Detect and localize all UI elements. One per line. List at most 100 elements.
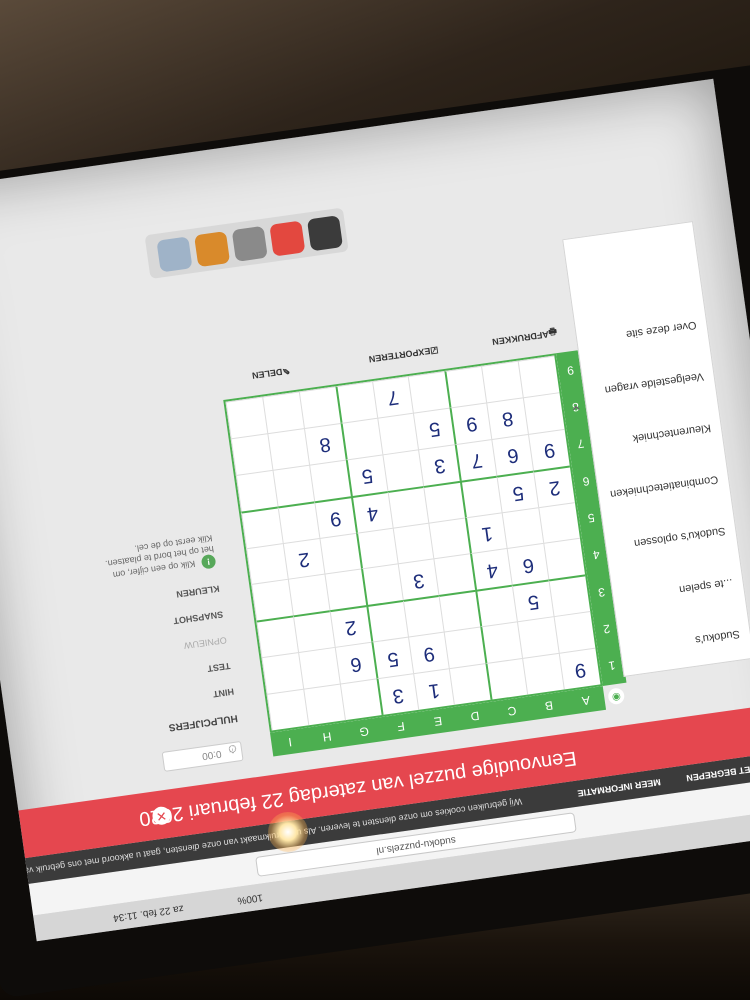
sudoku-cell[interactable] (298, 386, 341, 429)
app-icon[interactable] (156, 236, 193, 273)
sudoku-cell[interactable]: 6 (491, 433, 534, 476)
sudoku-cell[interactable] (225, 396, 268, 439)
sudoku-cell[interactable] (460, 475, 502, 518)
sudoku-cell[interactable] (392, 522, 434, 564)
app-icon[interactable] (306, 215, 344, 252)
sudoku-cell[interactable] (308, 459, 351, 502)
sudoku-cell[interactable]: 5 (496, 470, 539, 512)
restart-button[interactable]: OPNIEUW (87, 635, 227, 664)
sudoku-cell[interactable] (277, 501, 320, 543)
sudoku-cell[interactable]: 5 (512, 579, 554, 622)
sudoku-cell[interactable] (553, 611, 596, 653)
sudoku-cell[interactable]: 3 (376, 673, 418, 716)
sudoku-cell[interactable] (538, 501, 580, 544)
sudoku-cell[interactable]: 5 (345, 454, 388, 496)
sudoku-cell[interactable] (543, 538, 586, 580)
sudoku-cell[interactable]: 3 (397, 558, 439, 601)
sudoku-cell[interactable] (444, 626, 486, 669)
sudoku-cell[interactable]: 7 (454, 438, 497, 481)
sudoku-cell[interactable] (230, 433, 273, 475)
sudoku-cell[interactable]: 9 (407, 631, 450, 674)
sudoku-cell[interactable] (297, 647, 340, 689)
sudoku-cell[interactable] (340, 417, 382, 460)
sudoku-cell[interactable] (261, 652, 304, 695)
sudoku-cell[interactable]: 1 (465, 511, 507, 554)
sudoku-cell[interactable]: 8 (303, 422, 346, 465)
sudoku-cell[interactable] (517, 355, 560, 398)
hint-button[interactable]: HINT (95, 686, 234, 715)
sudoku-cell[interactable] (438, 590, 481, 632)
sudoku-cell[interactable] (376, 412, 419, 455)
app-icon[interactable] (194, 231, 231, 268)
sudoku-cell[interactable] (481, 360, 523, 403)
sudoku-cell[interactable] (324, 569, 366, 611)
export-button[interactable]: ☑ EXPORTEREN (368, 344, 439, 365)
sudoku-cell[interactable] (522, 392, 565, 434)
sudoku-cell[interactable] (303, 683, 345, 726)
sudoku-cell[interactable] (485, 658, 528, 700)
side-menu-item[interactable]: Sudoku's (694, 627, 740, 645)
side-menu-item[interactable]: ...te spelen (678, 576, 733, 595)
chevron-down-icon[interactable]: ⌄ (568, 400, 585, 422)
sudoku-cell[interactable]: 2 (282, 537, 325, 580)
sudoku-cell[interactable]: 9 (313, 495, 356, 538)
test-button[interactable]: TEST (91, 661, 231, 690)
sudoku-cell[interactable] (365, 600, 408, 643)
sudoku-cell[interactable]: 4 (350, 490, 393, 533)
sudoku-cell[interactable] (272, 464, 314, 507)
sudoku-cell[interactable] (246, 542, 288, 585)
sudoku-cell[interactable] (408, 370, 450, 413)
sudoku-cell[interactable]: 9 (528, 428, 570, 471)
sudoku-cell[interactable] (266, 688, 309, 731)
sudoku-cell[interactable] (251, 579, 293, 621)
sudoku-cell[interactable] (262, 391, 304, 434)
sudoku-cell[interactable]: 2 (533, 465, 575, 507)
eye-icon[interactable]: ◉ (607, 687, 626, 706)
sudoku-cell[interactable] (402, 595, 445, 637)
side-menu-item[interactable]: Combinatietechnieken (609, 473, 718, 500)
sudoku-cell[interactable] (381, 449, 424, 491)
sudoku-cell[interactable] (387, 485, 429, 528)
app-icon[interactable] (231, 225, 268, 262)
side-menu-item[interactable]: Veelgestelde vragen (604, 370, 704, 396)
sudoku-cell[interactable] (548, 574, 591, 617)
sudoku-cell[interactable]: 1 (412, 668, 455, 710)
sudoku-cell[interactable] (355, 527, 398, 570)
sudoku-cell[interactable]: 6 (506, 543, 549, 586)
sudoku-cell[interactable]: 5 (413, 407, 455, 450)
colors-button[interactable]: KLEUREN (80, 583, 220, 612)
sudoku-cell[interactable]: 8 (486, 397, 529, 439)
sudoku-cell[interactable] (256, 615, 298, 658)
sudoku-cell[interactable] (287, 574, 330, 616)
snapshot-button[interactable]: SNAPSHOT (84, 609, 224, 638)
sudoku-cell[interactable]: 9 (449, 402, 492, 445)
side-menu-item[interactable]: Sudoku's oplossen (633, 525, 726, 550)
sudoku-cell[interactable]: 7 (371, 376, 414, 418)
sudoku-cell[interactable] (235, 469, 278, 512)
sudoku-cell[interactable] (319, 532, 361, 575)
sudoku-cell[interactable] (339, 678, 382, 721)
sudoku-cell[interactable] (522, 652, 564, 695)
share-button[interactable]: ✎ DELEN (251, 365, 290, 381)
sudoku-cell[interactable] (335, 381, 377, 423)
sudoku-cell[interactable] (517, 616, 559, 659)
sudoku-cell[interactable]: 5 (371, 636, 413, 679)
sudoku-cell[interactable] (428, 517, 471, 559)
sudoku-cell[interactable] (475, 585, 518, 627)
sudoku-cell[interactable] (449, 663, 491, 705)
sudoku-cell[interactable] (501, 506, 544, 549)
sudoku-cell[interactable] (480, 621, 523, 664)
sudoku-cell[interactable] (267, 428, 309, 470)
sudoku-cell[interactable]: 3 (418, 444, 461, 486)
side-menu-item[interactable]: Kleurentechniek (632, 422, 712, 445)
sudoku-cell[interactable] (444, 365, 487, 408)
side-menu-item[interactable]: Over deze site (625, 319, 697, 341)
sudoku-cell[interactable]: 2 (329, 605, 372, 648)
print-button[interactable]: 🖶 AFDRUKKEN (492, 322, 558, 347)
sudoku-cell[interactable] (433, 553, 476, 596)
sudoku-cell[interactable] (360, 563, 403, 606)
sudoku-cell[interactable]: 6 (334, 642, 377, 684)
hulpcijfers-button[interactable]: HULPCIJFERS (98, 712, 238, 742)
sudoku-cell[interactable] (423, 480, 466, 523)
sudoku-cell[interactable]: 4 (470, 548, 513, 591)
